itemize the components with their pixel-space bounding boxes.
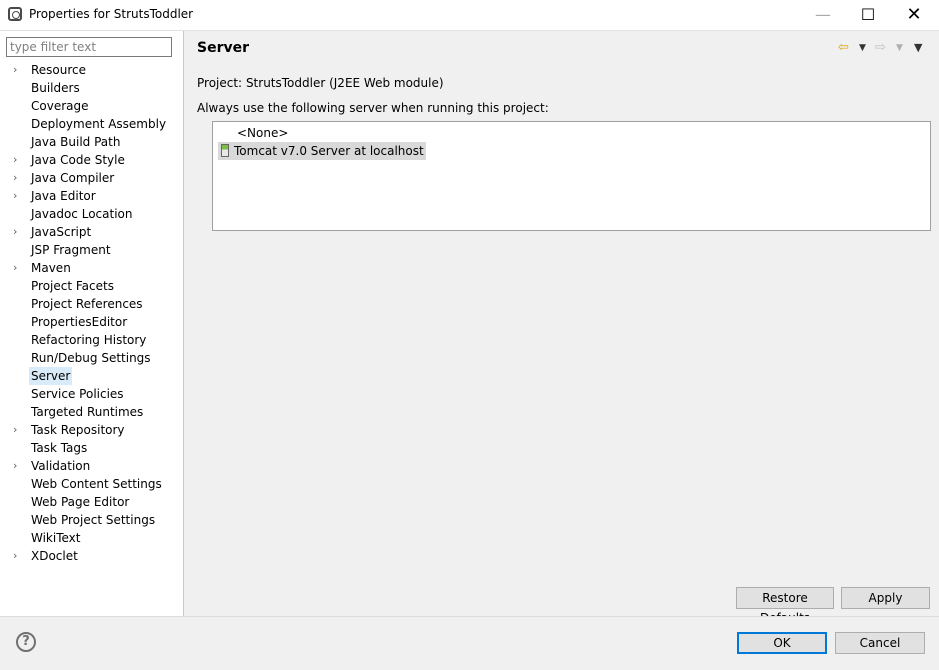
chevron-right-icon[interactable]: › [13,151,23,169]
tree-item-resource[interactable]: › Resource [0,61,183,79]
tree-item-refactoring-history[interactable]: Refactoring History [0,331,183,349]
tree-item-label: Java Compiler [31,171,115,185]
tree-item-project-references[interactable]: Project References [0,295,183,313]
tree-item-javascript[interactable]: › JavaScript [0,223,183,241]
tree-item-label: Coverage [31,99,89,113]
tree-item-label: PropertiesEditor [31,315,128,329]
tree-item-service-policies[interactable]: Service Policies [0,385,183,403]
property-page-tree: › Resource Builders Coverage Deployment Asse… [0,61,183,565]
apply-button[interactable]: Apply [841,587,930,609]
tree-item-label: Run/Debug Settings [31,351,151,365]
property-page-tree-panel: › Resource Builders Coverage Deployment Asse… [0,31,184,616]
tree-item-javadoc-location[interactable]: Javadoc Location [0,205,183,223]
page-title: Server [197,40,250,56]
project-value: StrutsToddler (J2EE Web module) [245,76,444,90]
tree-item-web-project-settings[interactable]: Web Project Settings [0,511,183,529]
tree-item-label: Task Tags [31,441,88,455]
tree-item-label: Project Facets [31,279,114,293]
tree-item-run-debug-settings[interactable]: Run/Debug Settings [0,349,183,367]
ok-button[interactable]: OK [737,632,827,654]
tree-item-java-compiler[interactable]: › Java Compiler [0,169,183,187]
back-arrow-icon[interactable]: ⇦ [838,40,849,56]
eclipse-app-icon [8,7,22,21]
project-label: Project: [197,76,243,90]
close-button[interactable]: ✕ [891,0,937,30]
title-bar: Properties for StrutsToddler — ☐ ✕ [0,0,939,31]
tree-item-propertieseditor[interactable]: PropertiesEditor [0,313,183,331]
tree-item-maven[interactable]: › Maven [0,259,183,277]
forward-dropdown-icon[interactable]: ▼ [896,40,903,56]
tree-item-validation[interactable]: › Validation [0,457,183,475]
tree-item-label: Web Content Settings [31,477,162,491]
server-option-label: Tomcat v7.0 Server at localhost [234,144,424,158]
tree-item-label: Refactoring History [31,333,147,347]
tree-item-builders[interactable]: Builders [0,79,183,97]
help-icon[interactable]: ? [16,632,36,652]
server-icon [221,144,229,157]
tree-item-java-code-style[interactable]: › Java Code Style [0,151,183,169]
tree-item-label: JSP Fragment [31,243,111,257]
tree-item-web-page-editor[interactable]: Web Page Editor [0,493,183,511]
tree-item-label: Builders [31,81,80,95]
tree-item-label: Service Policies [31,387,124,401]
property-page-content: Server ⇦ ▼ ⇨ ▼ ▼ Project: StrutsToddler … [184,31,939,625]
chevron-right-icon[interactable]: › [13,61,23,79]
window-title: Properties for StrutsToddler [29,7,194,21]
minimize-button[interactable]: — [800,0,846,30]
tree-item-label: Validation [31,459,91,473]
tree-item-label: JavaScript [31,225,92,239]
tree-item-deployment-assembly[interactable]: Deployment Assembly [0,115,183,133]
tree-item-label: Java Code Style [31,153,125,167]
cancel-button[interactable]: Cancel [835,632,925,654]
server-list[interactable]: <None> Tomcat v7.0 Server at localhost [212,121,931,231]
chevron-right-icon[interactable]: › [13,187,23,205]
tree-item-label: Server [29,367,73,385]
tree-item-label: Web Page Editor [31,495,130,509]
tree-item-web-content-settings[interactable]: Web Content Settings [0,475,183,493]
chevron-right-icon[interactable]: › [13,547,23,565]
view-menu-icon[interactable]: ▼ [914,40,922,56]
tree-item-label: Javadoc Location [31,207,133,221]
tree-item-coverage[interactable]: Coverage [0,97,183,115]
tree-item-label: Maven [31,261,71,275]
tree-item-xdoclet[interactable]: › XDoclet [0,547,183,565]
filter-input[interactable] [6,37,172,57]
tree-item-label: Resource [31,63,87,77]
tree-item-label: Java Editor [31,189,96,203]
tree-item-label: Java Build Path [31,135,121,149]
tree-item-jsp-fragment[interactable]: JSP Fragment [0,241,183,259]
page-header: Server ⇦ ▼ ⇨ ▼ ▼ [184,31,939,64]
forward-arrow-icon[interactable]: ⇨ [875,40,886,56]
back-dropdown-icon[interactable]: ▼ [859,40,866,56]
chevron-right-icon[interactable]: › [13,223,23,241]
tree-item-server[interactable]: Server [0,367,183,385]
tree-item-task-repository[interactable]: › Task Repository [0,421,183,439]
restore-defaults-button[interactable]: Restore Defaults [736,587,834,625]
server-option-none[interactable]: <None> [218,124,288,142]
tree-item-label: Web Project Settings [31,513,156,527]
tree-item-project-facets[interactable]: Project Facets [0,277,183,295]
tree-item-label: XDoclet [31,549,78,563]
tree-item-targeted-runtimes[interactable]: Targeted Runtimes [0,403,183,421]
tree-item-label: Deployment Assembly [31,117,167,131]
chevron-right-icon[interactable]: › [13,169,23,187]
maximize-button[interactable]: ☐ [845,0,891,30]
tree-item-task-tags[interactable]: Task Tags [0,439,183,457]
tree-item-java-editor[interactable]: › Java Editor [0,187,183,205]
tree-item-wikitext[interactable]: WikiText [0,529,183,547]
chevron-right-icon[interactable]: › [13,421,23,439]
server-instruction: Always use the following server when run… [197,101,549,115]
tree-item-label: Task Repository [31,423,125,437]
tree-item-java-build-path[interactable]: Java Build Path [0,133,183,151]
tree-item-label: Project References [31,297,143,311]
chevron-right-icon[interactable]: › [13,457,23,475]
server-option-tomcat[interactable]: Tomcat v7.0 Server at localhost [218,142,426,160]
tree-item-label: WikiText [31,531,81,545]
dialog-footer: ? OK Cancel [0,616,939,670]
chevron-right-icon[interactable]: › [13,259,23,277]
tree-item-label: Targeted Runtimes [31,405,144,419]
project-info: Project: StrutsToddler (J2EE Web module) [197,76,444,90]
